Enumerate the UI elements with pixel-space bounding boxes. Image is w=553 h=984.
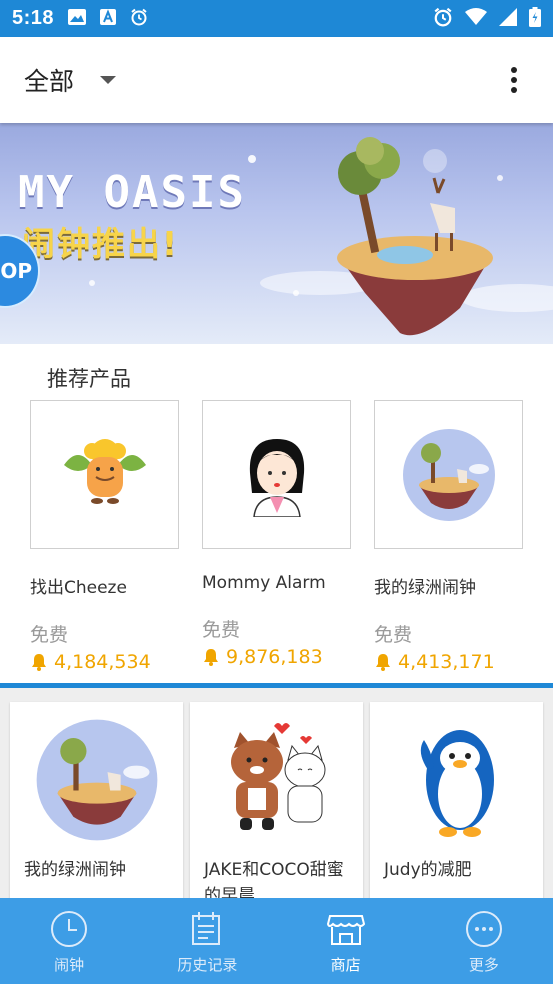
oasis-island-icon (10, 702, 183, 857)
download-count-value: 4,413,171 (398, 651, 495, 673)
download-count-value: 9,876,183 (226, 646, 323, 668)
store-icon (326, 915, 365, 945)
category-dropdown-label[interactable]: 全部 (24, 62, 74, 98)
grid-item-name: JAKE和COCO甜蜜的早晨 (204, 860, 344, 902)
grid-item-oasis[interactable]: 我的绿洲闹钟 (10, 702, 183, 902)
clock-icon (51, 911, 88, 947)
alarm-notification-icon (130, 8, 148, 30)
download-count: 9,876,183 (202, 646, 352, 668)
recommended-item-name: 找出Cheeze (30, 578, 127, 598)
banner-subline: 闹钟推出! (22, 224, 180, 263)
bell-icon (32, 654, 46, 671)
oasis-island-icon (374, 400, 523, 549)
mommy-character-icon (202, 400, 351, 549)
wifi-icon (465, 7, 487, 30)
recommended-section-title: 推荐产品 (47, 367, 131, 391)
more-dots-icon (465, 911, 502, 947)
recommended-item-mommy-alarm[interactable]: Mommy Alarm 免费 9,876,183 (202, 400, 352, 668)
recommended-item-name: 我的绿洲闹钟 (374, 578, 476, 598)
grid-item-jake-coco[interactable]: JAKE和COCO甜蜜的早晨 (190, 702, 363, 902)
grid-item-name: Judy的减肥 (384, 860, 472, 880)
grid-item-judy[interactable]: Judy的减肥 (370, 702, 543, 902)
calendar-icon (192, 912, 221, 945)
nav-store-label: 商店 (330, 956, 361, 974)
signal-icon (499, 7, 517, 30)
banner-headline: MY OASIS (18, 167, 246, 218)
nav-more-label: 更多 (468, 956, 499, 974)
recommended-item-price: 免费 (202, 619, 241, 641)
nav-alarm[interactable]: 闹钟 (0, 898, 138, 984)
bell-icon (376, 654, 390, 671)
recommended-item-price: 免费 (30, 624, 69, 646)
recommended-item-cheeze[interactable]: 找出Cheeze 免费 4,184,534 (30, 400, 180, 673)
nav-alarm-label: 闹钟 (54, 956, 85, 974)
bell-icon (204, 649, 218, 666)
recommended-item-name: Mommy Alarm (202, 573, 326, 593)
download-count: 4,413,171 (374, 651, 524, 673)
status-bar: 5:18 (0, 0, 553, 37)
nav-history[interactable]: 历史记录 (138, 898, 276, 984)
nav-store[interactable]: 商店 (277, 898, 415, 984)
download-count: 4,184,534 (30, 651, 180, 673)
nav-more[interactable]: 更多 (415, 898, 553, 984)
penguin-icon (370, 702, 543, 857)
cats-couple-icon (190, 702, 363, 857)
grid-item-name: 我的绿洲闹钟 (24, 860, 126, 880)
recommended-item-oasis[interactable]: 我的绿洲闹钟 免费 4,413,171 (374, 400, 524, 673)
text-notification-icon (100, 8, 117, 29)
download-count-value: 4,184,534 (54, 651, 151, 673)
status-time: 5:18 (12, 7, 55, 29)
app-bar: 全部 (0, 37, 553, 123)
nav-history-label: 历史记录 (177, 956, 238, 974)
cheeze-character-icon (30, 400, 179, 549)
battery-icon (529, 6, 541, 31)
bottom-navigation: 闹钟 历史记录 商店 更多 (0, 898, 553, 984)
overflow-menu-icon[interactable] (511, 67, 519, 93)
chevron-down-icon[interactable] (100, 76, 117, 84)
promo-banner[interactable]: MY OASIS 闹钟推出! OP (0, 123, 553, 344)
recommended-item-price: 免费 (374, 624, 413, 646)
floating-island-illustration (337, 137, 493, 336)
image-notification-icon (68, 8, 87, 29)
alarm-status-icon (433, 7, 453, 31)
